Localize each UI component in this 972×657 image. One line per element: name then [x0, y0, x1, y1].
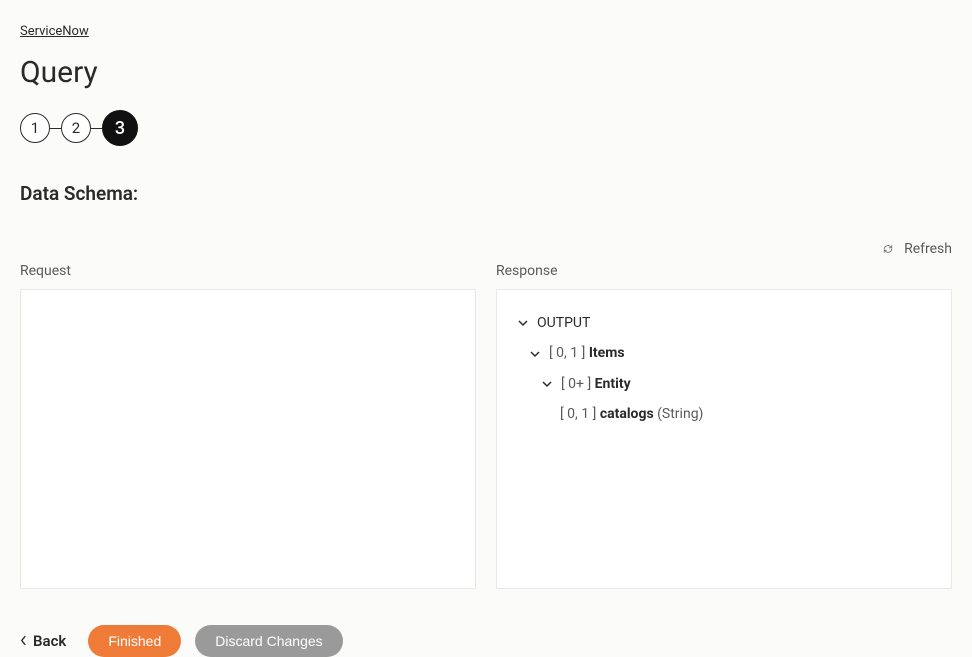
tree-entity-cardinality: [ 0+ ] [561, 376, 591, 392]
step-connector [50, 128, 61, 129]
refresh-button[interactable]: Refresh [882, 241, 952, 257]
step-connector [91, 128, 102, 129]
step-2[interactable]: 2 [61, 113, 91, 143]
page-title: Query [20, 55, 952, 90]
chevron-down-icon [541, 378, 553, 390]
tree-catalogs-label: catalogs [600, 406, 654, 422]
stepper: 1 2 3 [20, 110, 952, 146]
discard-changes-button[interactable]: Discard Changes [195, 625, 342, 657]
tree-entity-label: Entity [595, 376, 631, 392]
response-label: Response [496, 263, 952, 279]
chevron-left-icon [20, 632, 27, 650]
chevron-down-icon [517, 317, 529, 329]
back-button[interactable]: Back [20, 632, 74, 650]
step-3[interactable]: 3 [102, 110, 138, 146]
back-label: Back [33, 632, 66, 650]
refresh-label: Refresh [904, 241, 952, 257]
tree-catalogs-cardinality: [ 0, 1 ] [560, 406, 596, 422]
chevron-down-icon [529, 348, 541, 360]
finished-button[interactable]: Finished [88, 625, 181, 657]
tree-items-label: Items [589, 345, 625, 361]
request-panel [20, 289, 476, 589]
tree-catalogs-type: (String) [657, 406, 703, 422]
tree-row-items[interactable]: [ 0, 1 ] Items [517, 338, 931, 368]
tree-output-label: OUTPUT [537, 312, 590, 334]
request-label: Request [20, 263, 476, 279]
tree-items-cardinality: [ 0, 1 ] [549, 345, 585, 361]
section-title: Data Schema: [20, 182, 952, 205]
tree-row-entity[interactable]: [ 0+ ] Entity [517, 369, 931, 399]
tree-row-catalogs: [ 0, 1 ] catalogs (String) [517, 399, 931, 429]
breadcrumb-link[interactable]: ServiceNow [20, 24, 89, 39]
response-panel: OUTPUT [ 0, 1 ] Items [ 0+ ] [496, 289, 952, 589]
tree-row-output[interactable]: OUTPUT [517, 308, 931, 338]
refresh-icon [882, 243, 894, 255]
step-1[interactable]: 1 [20, 113, 50, 143]
